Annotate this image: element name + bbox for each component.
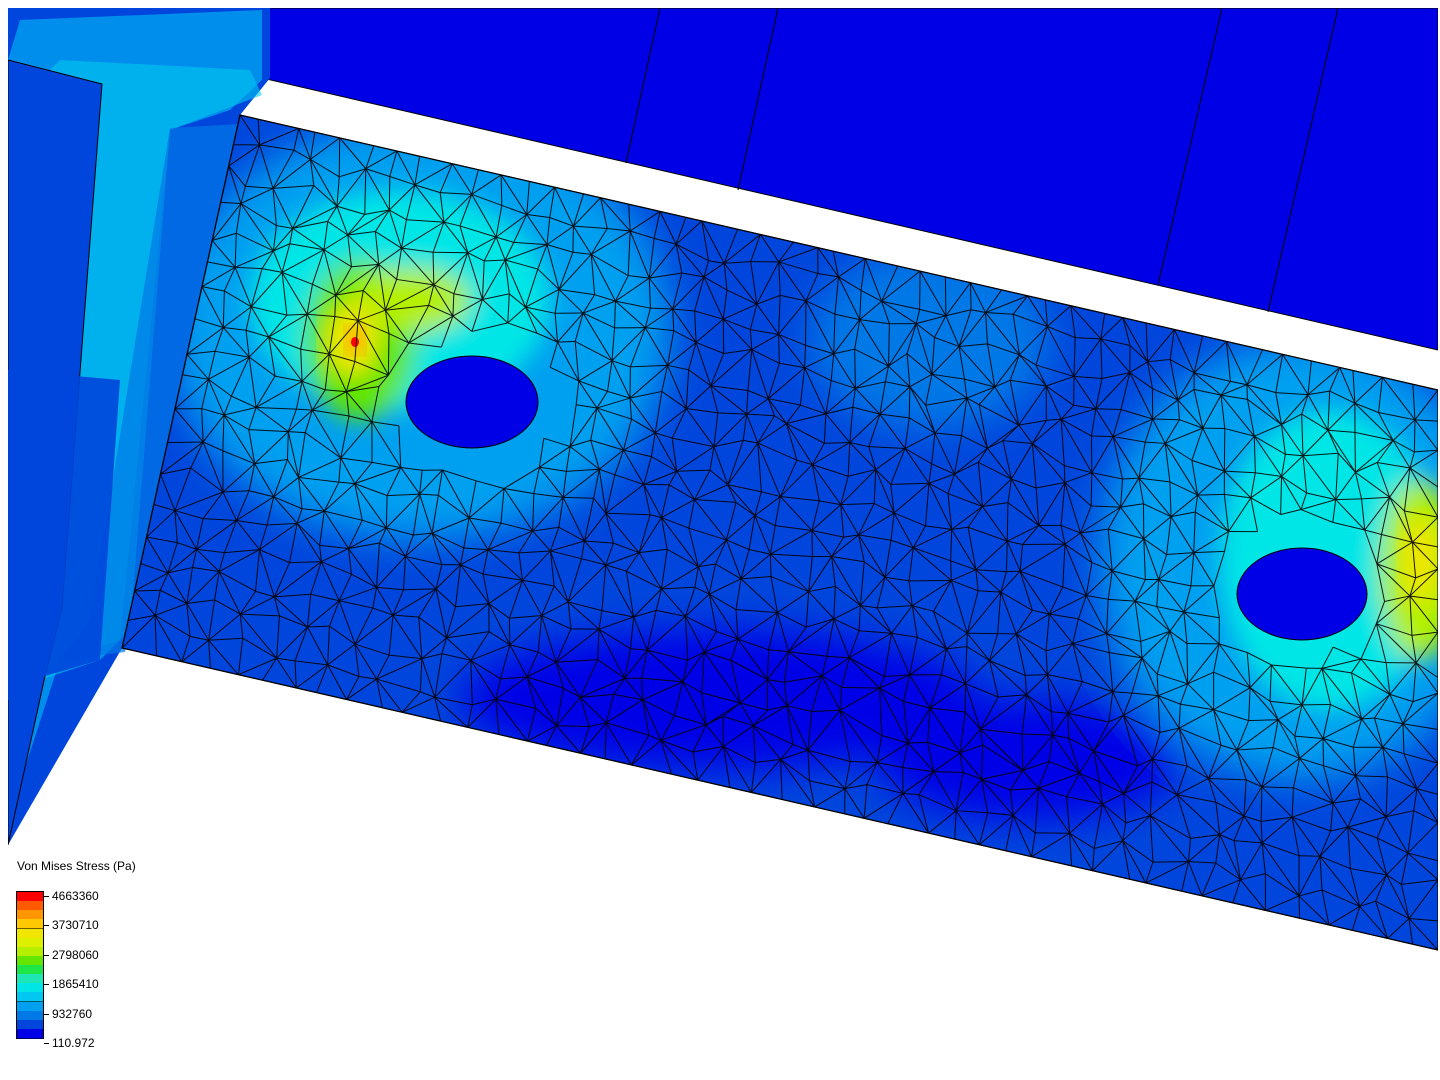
legend-tick-label: 932760 [52,1007,93,1021]
legend-tick-mark [44,955,49,956]
legend-tick-label: 3730710 [52,918,99,932]
bolt-hole-left [405,355,539,449]
bolt-hole-right [1236,547,1368,641]
legend-tick-label: 1865410 [52,977,99,991]
stress-legend: Von Mises Stress (Pa) 4663360 3730710 27… [8,852,208,1052]
legend-tick-mark [44,1014,49,1015]
stress-contour-plot [8,8,1438,951]
legend-tick-mark [44,1043,49,1044]
legend-tick-label: 110.972 [52,1036,95,1050]
legend-tick-mark [44,925,49,926]
legend-title: Von Mises Stress (Pa) [17,859,136,873]
legend-tick-label: 4663360 [52,889,99,903]
legend-tick-mark [44,984,49,985]
legend-tick-label: 2798060 [52,948,99,962]
legend-tick-mark [44,896,49,897]
legend-color-bar [16,891,44,1039]
legend-color-band [17,1028,43,1039]
fea-viewport[interactable] [8,8,1438,1072]
